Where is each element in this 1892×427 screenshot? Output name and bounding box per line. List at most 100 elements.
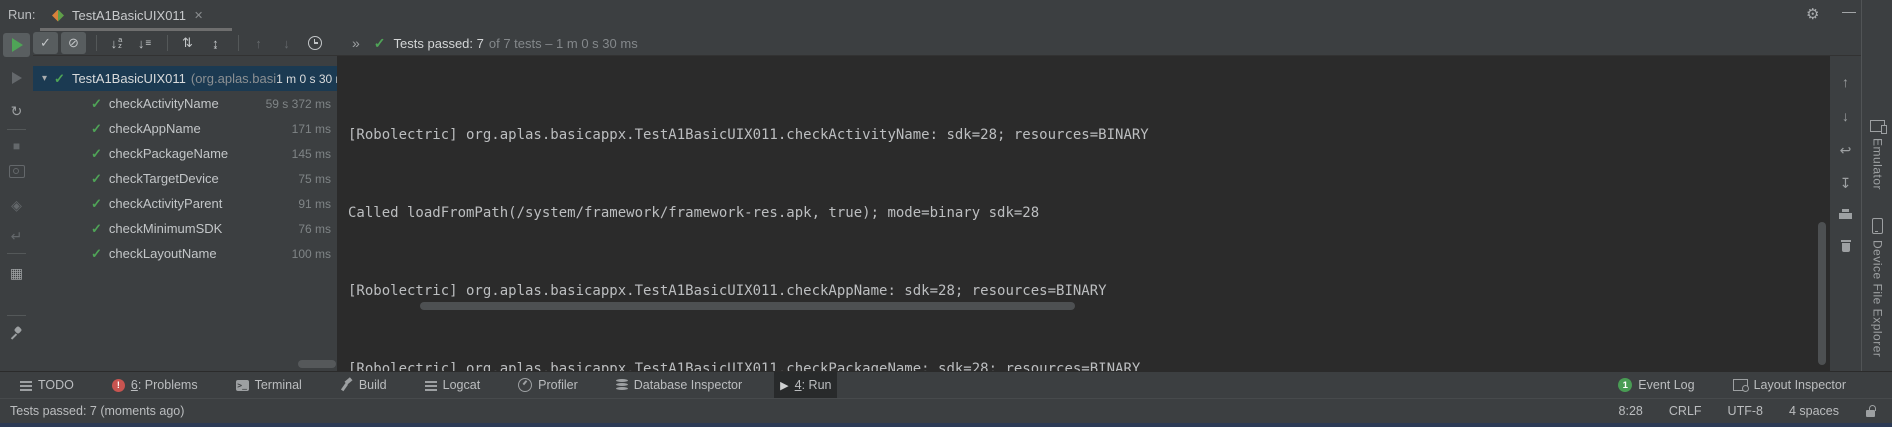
test-passed-icon: ✓ (91, 196, 102, 212)
line-separator[interactable]: CRLF (1669, 404, 1702, 418)
more-actions-chevron-icon[interactable]: » (352, 35, 360, 51)
restore-layout-icon[interactable]: ▦ (0, 263, 33, 283)
sort-alphabetically-icon[interactable] (104, 32, 129, 54)
tab-label: 4: Run (795, 378, 832, 392)
test-duration: 171 ms (292, 122, 337, 136)
console-output[interactable]: [Robolectric] org.aplas.basicappx.TestA1… (337, 56, 1830, 371)
tab-label: Database Inspector (634, 378, 742, 392)
test-duration: 145 ms (292, 147, 337, 161)
test-passed-icon: ✓ (54, 71, 65, 87)
clear-console-icon[interactable] (1830, 240, 1861, 256)
test-passed-icon: ✓ (91, 121, 102, 137)
layout-inspector-icon (1733, 379, 1748, 391)
close-tab-icon[interactable]: ✕ (194, 9, 203, 22)
attach-debugger-icon[interactable]: ◈ (0, 195, 33, 215)
console-line: Called loadFromPath(/system/framework/fr… (348, 200, 1830, 226)
status-bar: Tests passed: 7 (moments ago) 8:28 CRLF … (0, 398, 1892, 423)
android-test-config-icon (52, 10, 64, 22)
toolbar-separator (167, 35, 168, 51)
console-line: [Robolectric] org.aplas.basicappx.TestA1… (348, 356, 1830, 371)
tab-build[interactable]: Build (334, 372, 393, 399)
test-duration: 76 ms (298, 222, 337, 236)
test-name: checkActivityName (109, 96, 219, 111)
test-row[interactable]: ✓ checkTargetDevice 75 ms (33, 166, 337, 191)
test-row[interactable]: ✓ checkActivityName 59 s 372 ms (33, 91, 337, 116)
tab-todo[interactable]: TODO (14, 372, 80, 399)
toolbar-separator (7, 129, 26, 130)
down-stacktrace-icon[interactable]: ↓ (1830, 108, 1861, 124)
problems-error-icon: ! (112, 379, 125, 392)
todo-icon (20, 380, 32, 390)
window-bottom-edge (0, 423, 1892, 427)
test-row[interactable]: ✓ checkLayoutName 100 ms (33, 241, 337, 266)
indent-setting[interactable]: 4 spaces (1789, 404, 1839, 418)
tab-run[interactable]: ▶ 4: Run (774, 372, 837, 399)
tree-horizontal-scrollbar[interactable] (298, 360, 336, 368)
stripe-label: Device File Explorer (1871, 240, 1885, 357)
print-icon[interactable] (1830, 208, 1861, 224)
right-tool-window-stripe: Emulator Device File Explorer (1861, 0, 1892, 427)
run-config-tab[interactable]: TestA1BasicUIX011 ✕ (40, 0, 232, 31)
event-log-button[interactable]: 1 Event Log (1612, 372, 1700, 399)
show-ignored-filter-icon[interactable]: ⊘ (61, 32, 86, 54)
import-test-results-icon[interactable]: ↵ (0, 226, 33, 246)
tab-label: TODO (38, 378, 74, 392)
sort-by-duration-icon[interactable] (132, 32, 157, 54)
toggle-auto-test-icon[interactable]: ↻ (0, 101, 33, 121)
tab-label: 6: Problems (131, 378, 198, 392)
expand-all-icon[interactable]: ⇅ (175, 32, 200, 54)
test-suite-row[interactable]: ▾ ✓ TestA1BasicUIX011 (org.aplas.basi 1 … (33, 66, 337, 91)
camera-thread-dump-icon[interactable] (0, 163, 33, 183)
test-name: checkAppName (109, 121, 201, 136)
tests-passed-check-icon: ✓ (374, 35, 386, 52)
chevron-down-icon[interactable]: ▾ (42, 73, 47, 84)
rerun-failed-tests-icon[interactable] (0, 69, 33, 89)
tab-problems[interactable]: ! 6: Problems (106, 372, 204, 399)
test-passed-icon: ✓ (91, 221, 102, 237)
file-encoding[interactable]: UTF-8 (1728, 404, 1763, 418)
stripe-button-device-file-explorer[interactable]: Device File Explorer (1862, 218, 1892, 357)
scroll-to-end-icon[interactable]: ↧ (1830, 175, 1861, 192)
tab-terminal[interactable]: >_ Terminal (230, 372, 308, 399)
tab-label: Layout Inspector (1754, 378, 1846, 392)
database-icon (616, 379, 628, 392)
tests-passed-summary: Tests passed: 7 (394, 36, 484, 51)
show-passed-filter-icon[interactable]: ✓ (33, 32, 58, 54)
stripe-button-emulator[interactable]: Emulator (1862, 120, 1892, 190)
console-line: [Robolectric] org.aplas.basicappx.TestA1… (348, 278, 1830, 304)
next-failed-test-icon[interactable]: ↓ (274, 32, 299, 54)
test-row[interactable]: ✓ checkActivityParent 91 ms (33, 191, 337, 216)
rerun-tests-button[interactable] (3, 33, 30, 57)
test-name: checkTargetDevice (109, 171, 219, 186)
hide-tool-window-icon[interactable]: — (1842, 3, 1856, 19)
play-icon (12, 38, 23, 52)
console-vertical-scrollbar[interactable] (1818, 222, 1826, 365)
stop-icon[interactable]: ■ (0, 136, 33, 156)
settings-gear-icon[interactable]: ⚙ (1806, 5, 1819, 23)
soft-wrap-icon[interactable]: ↩ (1830, 142, 1861, 159)
previous-failed-test-icon[interactable]: ↑ (246, 32, 271, 54)
test-row[interactable]: ✓ checkMinimumSDK 76 ms (33, 216, 337, 241)
test-history-icon[interactable] (302, 32, 327, 54)
readonly-lock-icon[interactable] (1865, 405, 1876, 418)
tab-database-inspector[interactable]: Database Inspector (610, 372, 748, 399)
up-stacktrace-icon[interactable]: ↑ (1830, 74, 1861, 90)
test-row[interactable]: ✓ checkAppName 171 ms (33, 116, 337, 141)
suite-name: TestA1BasicUIX011 (72, 71, 186, 86)
tab-label: Profiler (538, 378, 578, 392)
pin-tab-icon[interactable] (0, 325, 33, 345)
console-horizontal-scrollbar[interactable] (420, 302, 1075, 310)
test-passed-icon: ✓ (91, 96, 102, 112)
tab-profiler[interactable]: Profiler (512, 372, 584, 399)
status-message[interactable]: Tests passed: 7 (moments ago) (10, 404, 184, 418)
collapse-all-icon[interactable]: ↨ (203, 32, 228, 54)
terminal-icon: >_ (236, 380, 249, 391)
tab-label: Event Log (1638, 378, 1694, 392)
test-name: checkLayoutName (109, 246, 217, 261)
layout-inspector-button[interactable]: Layout Inspector (1727, 372, 1852, 399)
run-play-icon: ▶ (780, 379, 788, 392)
tab-logcat[interactable]: Logcat (419, 372, 487, 399)
tab-label: Build (359, 378, 387, 392)
test-row[interactable]: ✓ checkPackageName 145 ms (33, 141, 337, 166)
caret-position[interactable]: 8:28 (1619, 404, 1643, 418)
